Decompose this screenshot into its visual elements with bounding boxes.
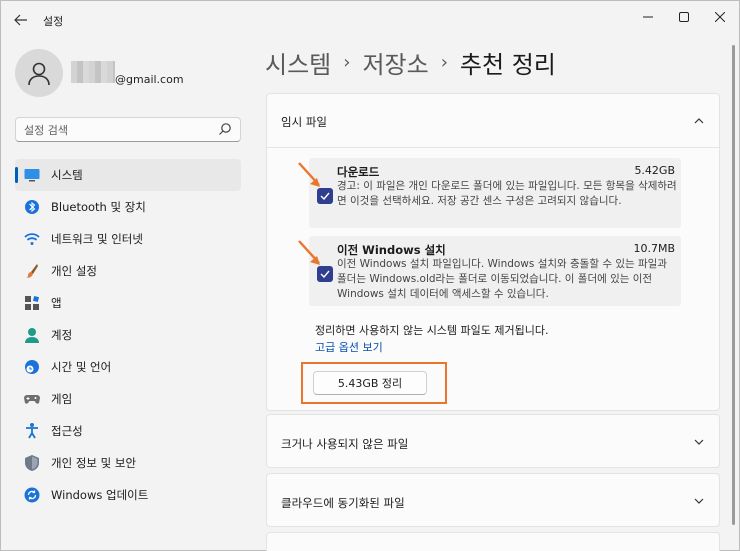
avatar — [15, 49, 63, 97]
apps-icon — [23, 294, 41, 312]
scrollbar-thumb[interactable] — [732, 45, 735, 525]
settings-search[interactable] — [15, 117, 241, 142]
sidebar-item-system[interactable]: 시스템 — [15, 159, 241, 191]
checkmark-icon — [320, 270, 330, 278]
sidebar-item-bluetooth[interactable]: Bluetooth 및 장치 — [15, 191, 241, 223]
checkmark-icon — [320, 192, 330, 200]
advanced-options-link[interactable]: 고급 옵션 보기 — [315, 339, 383, 355]
section-title: 크거나 사용되지 않은 파일 — [281, 437, 409, 451]
file-item-downloads: 다운로드 5.42GB 경고: 이 파일은 개인 다운로드 폴더에 있는 파일입… — [309, 158, 681, 228]
user-profile[interactable]: @gmail.com — [15, 49, 235, 105]
sidebar-item-label: 앱 — [51, 296, 62, 310]
settings-window: 설정 @gmail.com 시스템 — [0, 0, 740, 551]
sidebar-item-label: 네트워크 및 인터넷 — [51, 232, 143, 246]
sidebar-item-personalization[interactable]: 개인 설정 — [15, 255, 241, 287]
sidebar-item-label: Bluetooth 및 장치 — [51, 200, 146, 214]
chevron-down-icon[interactable] — [693, 495, 705, 507]
arrow-left-icon — [14, 14, 27, 26]
sidebar-item-label: 계정 — [51, 328, 73, 342]
close-icon — [715, 12, 725, 22]
sidebar-item-network[interactable]: 네트워크 및 인터넷 — [15, 223, 241, 255]
title-bar: 설정 — [1, 1, 739, 37]
temp-files-title: 임시 파일 — [281, 115, 327, 129]
sidebar-item-gaming[interactable]: 게임 — [15, 383, 241, 415]
accessibility-icon — [23, 422, 41, 440]
cleanup-note: 정리하면 사용하지 않는 시스템 파일도 제거됩니다. — [315, 324, 549, 337]
sidebar-item-label: 게임 — [51, 392, 73, 406]
breadcrumb-storage[interactable]: 저장소 — [362, 45, 428, 80]
maximize-button[interactable] — [671, 7, 697, 27]
scrollbar[interactable] — [732, 45, 735, 545]
email-redacted — [71, 61, 115, 83]
system-icon — [23, 166, 41, 184]
account-icon — [23, 326, 41, 344]
shield-icon — [23, 454, 41, 472]
app-title: 설정 — [43, 15, 64, 28]
file-item-previous-windows: 이전 Windows 설치 10.7MB 이전 Windows 설치 파일입니다… — [309, 236, 681, 306]
file-item-size: 5.42GB — [634, 164, 675, 177]
breadcrumb-separator: › — [343, 52, 351, 73]
file-item-name: 이전 Windows 설치 — [337, 243, 446, 257]
wifi-icon — [23, 230, 41, 248]
file-item-description: 경고: 이 파일은 개인 다운로드 폴더에 있는 파일입니다. 모든 항목을 삭… — [337, 180, 677, 207]
previous-windows-checkbox[interactable] — [317, 266, 333, 282]
annotation-arrow-icon — [298, 240, 320, 265]
annotation-arrow-icon — [298, 162, 320, 187]
clock-globe-icon — [23, 358, 41, 376]
sidebar-item-apps[interactable]: 앱 — [15, 287, 241, 319]
file-item-description: 이전 Windows 설치 파일입니다. Windows 설치와 충돌할 수 있… — [337, 258, 667, 300]
gamepad-icon — [23, 390, 41, 408]
user-email: @gmail.com — [115, 73, 184, 86]
page-title: 추천 정리 — [459, 51, 556, 79]
update-icon — [23, 486, 41, 504]
person-icon — [28, 62, 50, 86]
sidebar-item-accessibility[interactable]: 접근성 — [15, 415, 241, 447]
minimize-icon — [643, 16, 653, 18]
downloads-checkbox[interactable] — [317, 188, 333, 204]
chevron-up-icon[interactable] — [693, 115, 705, 127]
minimize-button[interactable] — [635, 7, 661, 27]
cleanup-button[interactable]: 5.43GB 정리 — [313, 371, 427, 395]
sidebar-item-privacy-security[interactable]: 개인 정보 및 보안 — [15, 447, 241, 479]
file-item-name: 다운로드 — [337, 165, 380, 179]
section-title: 클라우드에 동기화된 파일 — [281, 496, 405, 510]
breadcrumb-system[interactable]: 시스템 — [265, 45, 331, 80]
sidebar-item-time-language[interactable]: 시간 및 언어 — [15, 351, 241, 383]
search-input[interactable] — [24, 122, 214, 138]
section-partial — [266, 532, 720, 551]
close-button[interactable] — [707, 7, 733, 27]
section-large-unused-files[interactable]: 크거나 사용되지 않은 파일 — [266, 414, 720, 468]
temp-files-header[interactable]: 임시 파일 — [267, 94, 719, 148]
breadcrumb-separator: › — [440, 52, 448, 73]
brush-icon — [23, 262, 41, 280]
chevron-down-icon[interactable] — [693, 436, 705, 448]
sidebar-nav: 시스템 Bluetooth 및 장치 네트워크 및 인터넷 개인 설정 앱 계정… — [15, 159, 241, 511]
sidebar-item-label: 시스템 — [51, 168, 83, 182]
file-item-size: 10.7MB — [633, 242, 675, 255]
search-icon[interactable] — [218, 122, 232, 136]
maximize-icon — [679, 12, 689, 22]
section-cloud-synced-files[interactable]: 클라우드에 동기화된 파일 — [266, 473, 720, 527]
sidebar-item-label: 시간 및 언어 — [51, 360, 112, 374]
sidebar-item-label: 개인 정보 및 보안 — [51, 456, 137, 470]
sidebar-item-label: 접근성 — [51, 424, 83, 438]
sidebar-item-label: Windows 업데이트 — [51, 488, 149, 502]
back-button[interactable] — [9, 9, 33, 31]
bluetooth-icon — [23, 198, 41, 216]
sidebar-item-accounts[interactable]: 계정 — [15, 319, 241, 351]
sidebar-item-windows-update[interactable]: Windows 업데이트 — [15, 479, 241, 511]
sidebar-item-label: 개인 설정 — [51, 264, 97, 278]
breadcrumb: 시스템 › 저장소 › 추천 정리 — [265, 45, 556, 80]
